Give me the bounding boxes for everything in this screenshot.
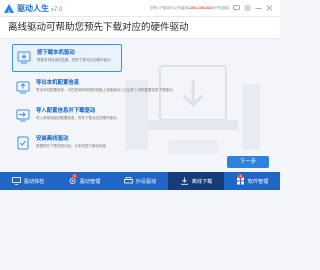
notification-badge: 1: [238, 174, 243, 179]
app-name: 驱动人生: [17, 4, 49, 13]
chat-icon: [233, 5, 240, 11]
ad-highlight: 1.801,138.332: [187, 6, 211, 10]
title-bar: 驱动人生 v7.0 您有1个驱动可以升级到1.801,138.332用户的选择: [0, 0, 280, 17]
download-icon: [180, 177, 188, 185]
option-install-offline-driver[interactable]: 安装离线驱动 根据预先下载的驱动包，为本机进行驱动安装: [12, 131, 122, 159]
minimize-icon: [255, 8, 262, 9]
close-icon: [266, 5, 273, 11]
printer-icon: [123, 177, 133, 184]
option-desc: 根据本机检测的结果，预先下载对应的硬件驱动: [37, 58, 111, 62]
app-version: v7.0: [51, 7, 63, 13]
ad-text-suffix: 用户的选择: [210, 6, 229, 10]
option-title: 导入配置信息并下载驱动: [36, 108, 96, 114]
app-title: 驱动人生 v7.0: [17, 3, 62, 16]
install-driver-icon: [17, 136, 29, 150]
tab-label: 驱动体检: [23, 178, 45, 185]
window-footer-area: [0, 190, 280, 270]
monitor-icon: [11, 177, 21, 185]
option-desc: 根据预先下载的驱动包，为本机进行驱动安装: [36, 144, 106, 148]
option-title: 安装离线驱动: [36, 136, 69, 142]
tab-software-manage[interactable]: 软件管理 1: [224, 172, 280, 190]
next-button[interactable]: 下一步: [227, 156, 269, 168]
tab-label: 驱动管理: [79, 178, 101, 185]
feedback-button[interactable]: [232, 4, 241, 12]
option-title: 按下载本机驱动: [37, 50, 75, 56]
bottom-tab-bar: 驱动体检 驱动管理 1 外设驱动 离线下载 软件管理 1: [0, 172, 280, 193]
option-desc: 导出本机配置信息，可在其他有网络的电脑上安装驱动人生后导入本机配置信息下载驱动: [36, 88, 173, 92]
offline-download-illustration: [126, 65, 260, 154]
tab-driver-manage[interactable]: 驱动管理 1: [56, 172, 112, 190]
ad-banner[interactable]: 您有1个驱动可以升级到1.801,138.332用户的选择: [150, 5, 229, 11]
option-export-config[interactable]: 导出本机配置信息 导出本机配置信息，可在其他有网络的电脑上安装驱动人生后导入本机…: [12, 75, 173, 103]
close-button[interactable]: [265, 4, 274, 12]
menu-icon: [244, 5, 251, 11]
page-header: 离线驱动可帮助您预先下载对应的硬件驱动: [0, 17, 280, 39]
option-title: 导出本机配置信息: [36, 80, 80, 86]
tab-peripheral-driver[interactable]: 外设驱动: [112, 172, 168, 190]
option-desc: 导入其他电脑的配置信息，预先下载对应的硬件驱动: [36, 116, 117, 120]
menu-button[interactable]: [243, 4, 252, 12]
download-driver-icon: [17, 51, 31, 64]
page-title: 离线驱动可帮助您预先下载对应的硬件驱动: [8, 22, 189, 33]
app-logo-icon: [4, 4, 14, 13]
tab-label: 软件管理: [247, 178, 269, 185]
tab-label: 离线下载: [191, 178, 213, 185]
notification-badge: 1: [72, 174, 77, 179]
tab-driver-check[interactable]: 驱动体检: [0, 172, 56, 190]
export-config-icon: [16, 81, 30, 94]
tab-label: 外设驱动: [135, 178, 157, 185]
option-download-local-driver[interactable]: 按下载本机驱动 根据本机检测的结果，预先下载对应的硬件驱动: [12, 44, 122, 72]
import-config-icon: [16, 109, 30, 122]
minimize-button[interactable]: [254, 4, 263, 12]
tab-offline-download[interactable]: 离线下载: [168, 172, 224, 193]
ad-text-prefix: 您有1个驱动可以升级到: [150, 6, 188, 10]
option-import-config[interactable]: 导入配置信息并下载驱动 导入其他电脑的配置信息，预先下载对应的硬件驱动: [12, 103, 122, 131]
